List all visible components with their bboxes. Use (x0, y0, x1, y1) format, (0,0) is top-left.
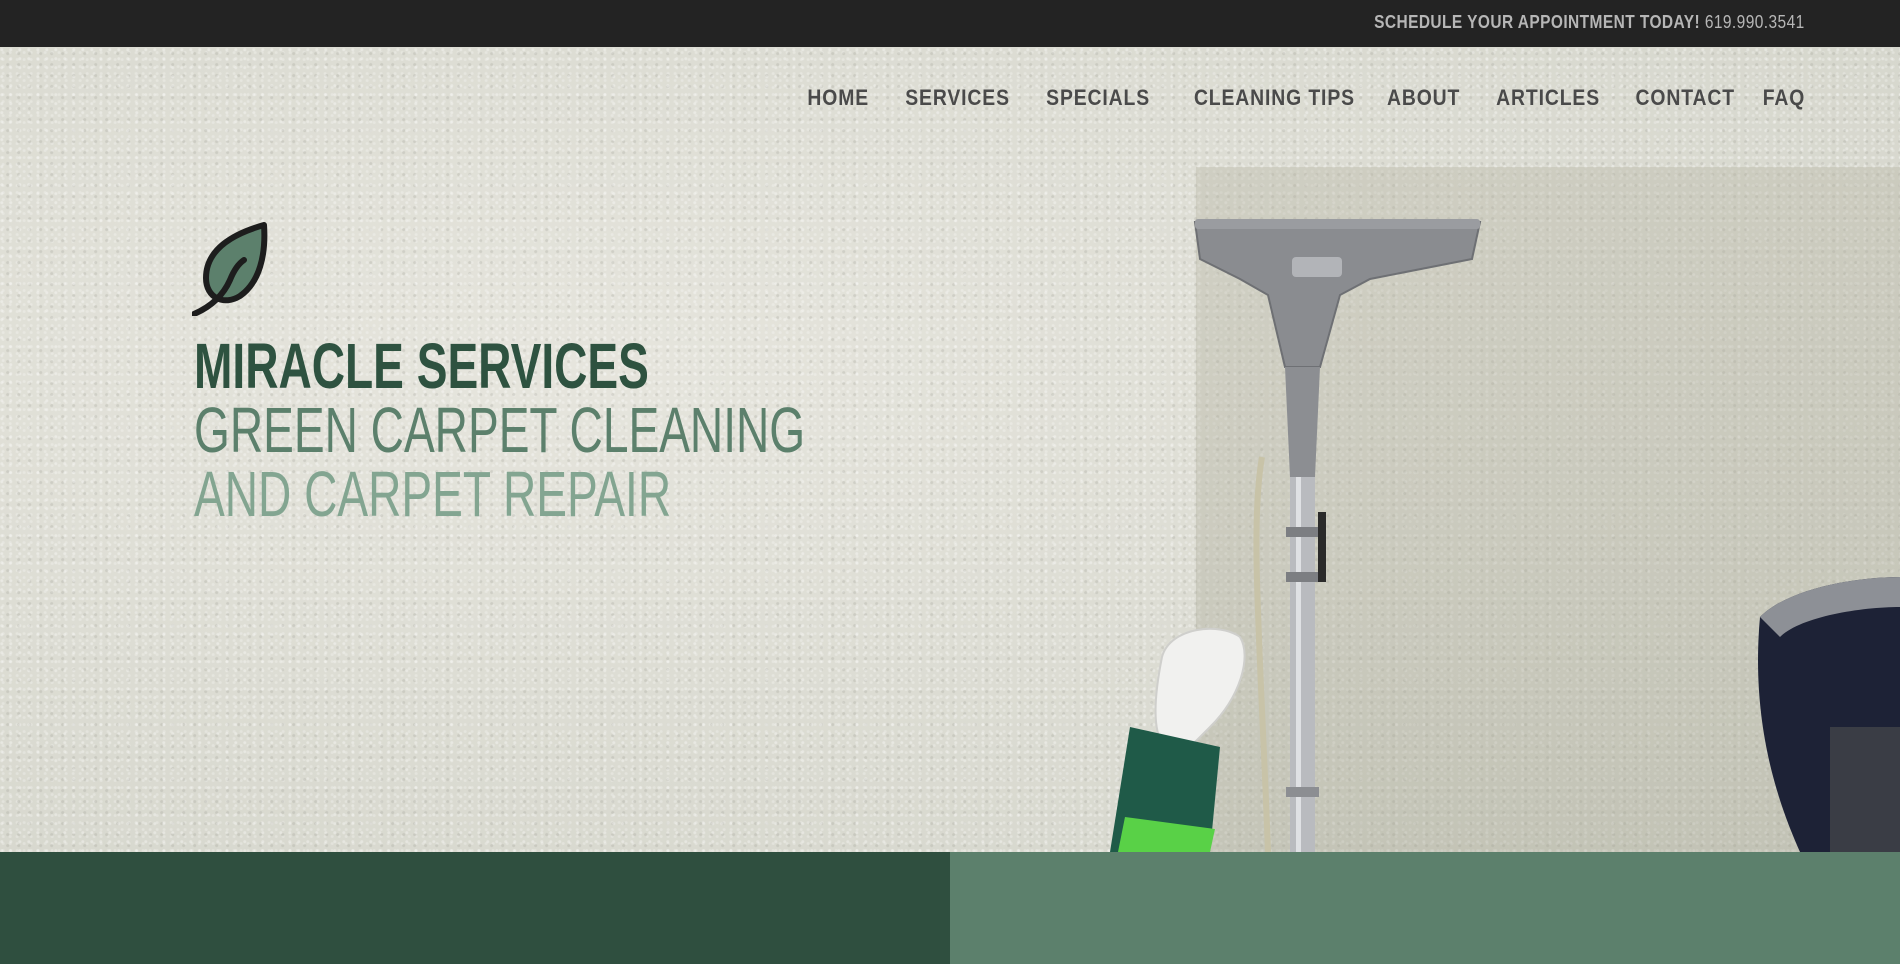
feature-band-right (950, 852, 1900, 964)
brand-heading: MIRACLE SERVICES GREEN CARPET CLEANING A… (194, 334, 805, 526)
nav-contact[interactable]: CONTACT (1635, 85, 1734, 111)
brand-tagline-1: GREEN CARPET CLEANING (194, 394, 806, 466)
nav-articles[interactable]: ARTICLES (1496, 85, 1600, 111)
nav-about[interactable]: ABOUT (1387, 85, 1460, 111)
hero-section: HOME SERVICES SPECIALS CLEANING TIPS ABO… (0, 47, 1900, 852)
nav-cleaning-tips[interactable]: CLEANING TIPS (1194, 85, 1355, 111)
nav-specials[interactable]: SPECIALS (1046, 85, 1150, 111)
nav-home[interactable]: HOME (807, 85, 869, 111)
carpet-cleaner-wand-image (1110, 219, 1900, 852)
brand-name: MIRACLE SERVICES (194, 330, 649, 402)
phone-number[interactable]: 619.990.3541 (1705, 12, 1805, 32)
top-bar: SCHEDULE YOUR APPOINTMENT TODAY! 619.990… (0, 0, 1900, 47)
appointment-cta-text: SCHEDULE YOUR APPOINTMENT TODAY! (1374, 12, 1701, 32)
brand-tagline-2: AND CARPET REPAIR (194, 458, 672, 530)
nav-faq[interactable]: FAQ (1763, 85, 1805, 111)
feature-band-left (0, 852, 950, 964)
nav-services[interactable]: SERVICES (905, 85, 1010, 111)
leaf-icon (192, 222, 268, 316)
main-nav: HOME SERVICES SPECIALS CLEANING TIPS ABO… (777, 85, 1805, 111)
appointment-cta[interactable]: SCHEDULE YOUR APPOINTMENT TODAY! 619.990… (1374, 12, 1805, 33)
